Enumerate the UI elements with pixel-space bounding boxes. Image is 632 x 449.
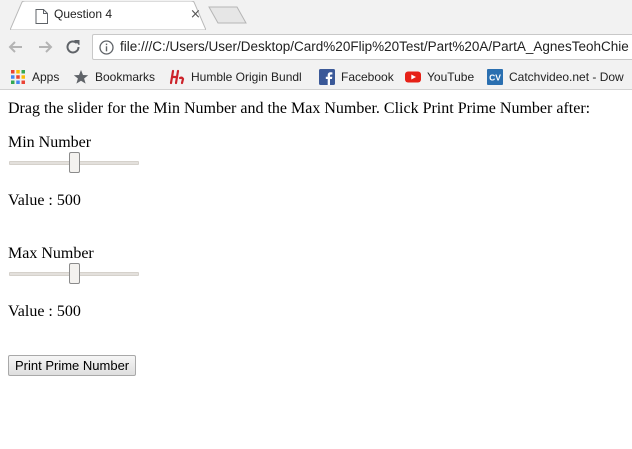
bookmark-label: Humble Origin Bundl bbox=[191, 70, 302, 84]
facebook-icon bbox=[319, 69, 335, 85]
page-icon bbox=[35, 9, 48, 24]
max-number-slider[interactable] bbox=[9, 263, 139, 285]
instructions-text: Drag the slider for the Min Number and t… bbox=[8, 100, 591, 117]
slider-thumb[interactable] bbox=[69, 263, 80, 284]
bookmark-label: YouTube bbox=[427, 70, 475, 84]
bookmark-youtube[interactable]: YouTube bbox=[405, 67, 474, 87]
info-icon[interactable] bbox=[99, 40, 114, 55]
url-text: file:///C:/Users/User/Desktop/Card%20Fli… bbox=[120, 39, 629, 54]
catchvideo-icon: CV bbox=[487, 69, 503, 85]
youtube-icon bbox=[405, 71, 421, 83]
new-tab-button[interactable] bbox=[208, 6, 248, 24]
address-bar[interactable]: file:///C:/Users/User/Desktop/Card%20Fli… bbox=[92, 34, 632, 60]
max-number-label: Max Number bbox=[8, 245, 94, 262]
tab-title: Question 4 bbox=[54, 7, 113, 21]
star-icon bbox=[73, 70, 89, 84]
bookmark-bookmarks[interactable]: Bookmarks bbox=[73, 67, 155, 87]
bookmark-humble[interactable]: Humble Origin Bundl bbox=[169, 67, 302, 87]
browser-toolbar: file:///C:/Users/User/Desktop/Card%20Fli… bbox=[0, 30, 632, 64]
reload-icon[interactable] bbox=[64, 38, 82, 56]
close-tab-icon[interactable]: × bbox=[190, 7, 201, 22]
bookmark-label: Facebook bbox=[341, 70, 394, 84]
slider-thumb[interactable] bbox=[69, 152, 80, 173]
bookmark-label: Apps bbox=[32, 70, 60, 84]
bookmark-catchvideo[interactable]: CV Catchvideo.net - Dow bbox=[487, 67, 624, 87]
forward-arrow-icon[interactable] bbox=[36, 38, 54, 56]
min-value-text: Value : 500 bbox=[8, 192, 81, 209]
bookmark-facebook[interactable]: Facebook bbox=[319, 67, 394, 87]
bookmark-label: Catchvideo.net - Dow bbox=[509, 70, 624, 84]
apps-grid-icon bbox=[11, 70, 25, 84]
min-number-slider[interactable] bbox=[9, 152, 139, 174]
min-number-label: Min Number bbox=[8, 134, 92, 151]
back-arrow-icon[interactable] bbox=[7, 38, 25, 56]
page-content: Drag the slider for the Min Number and t… bbox=[0, 91, 632, 449]
bookmarks-bar: Apps Bookmarks Humble Origin Bundl Faceb… bbox=[0, 64, 632, 90]
bookmark-label: Bookmarks bbox=[95, 70, 156, 84]
tab-question-4[interactable]: Question 4 × bbox=[10, 1, 206, 30]
max-value-text: Value : 500 bbox=[8, 303, 81, 320]
tab-strip: Question 4 × bbox=[0, 0, 632, 30]
bookmark-apps[interactable]: Apps bbox=[10, 67, 59, 87]
svg-text:CV: CV bbox=[489, 73, 501, 83]
humble-icon bbox=[169, 69, 185, 85]
print-prime-number-button[interactable]: Print Prime Number bbox=[8, 355, 137, 376]
